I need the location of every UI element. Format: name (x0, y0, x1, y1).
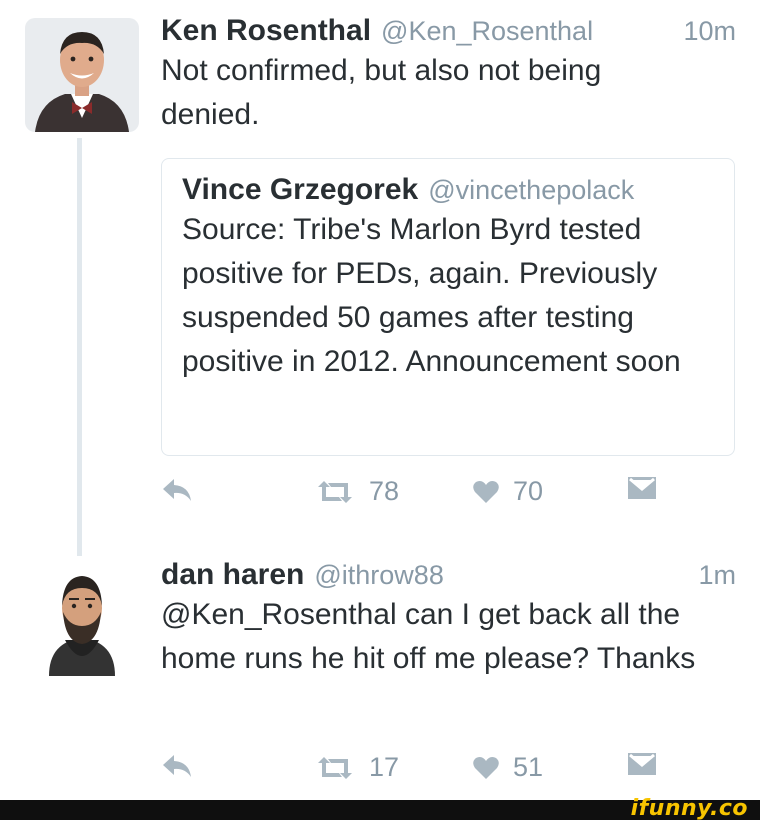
watermark-bar: ifunny.co (0, 796, 760, 821)
like-count: 70 (513, 476, 544, 506)
like-count: 51 (513, 752, 544, 782)
avatar-dan-image (25, 562, 139, 676)
tweet-text: @Ken_Rosenthal can I get back all the ho… (161, 598, 696, 675)
ifunny-watermark: ifunny.co (630, 796, 748, 821)
retweet-count: 78 (369, 476, 400, 506)
direct-message-button[interactable] (627, 752, 657, 776)
retweet-button[interactable]: 78 (315, 476, 399, 507)
tweet-actions-1: 78 70 (161, 476, 661, 516)
quoted-tweet-card[interactable]: Vince Grzegorek @vincethepolack Source: … (161, 158, 735, 456)
tweet-dan-haren[interactable]: dan haren @ithrow88 1m @Ken_Rosenthal ca… (161, 558, 736, 681)
avatar-dan-haren[interactable] (25, 562, 139, 676)
reply-icon (163, 479, 191, 501)
like-button[interactable]: 51 (473, 752, 543, 783)
author-name[interactable]: dan haren (161, 558, 304, 592)
reply-button[interactable] (161, 752, 193, 780)
avatar-ken-image (25, 18, 139, 132)
quoted-tweet-text: Source: Tribe's Marlon Byrd tested posit… (182, 213, 681, 378)
tweet-timestamp[interactable]: 1m (698, 560, 736, 591)
retweet-icon (318, 756, 352, 779)
quoted-tweet-header: Vince Grzegorek @vincethepolack (182, 173, 714, 207)
retweet-icon (318, 480, 352, 503)
retweet-count: 17 (369, 752, 400, 782)
author-handle[interactable]: @Ken_Rosenthal (381, 16, 593, 47)
tweet-header: dan haren @ithrow88 1m (161, 558, 736, 592)
quoted-author-name: Vince Grzegorek (182, 173, 419, 206)
tweet-actions-2: 17 51 (161, 752, 661, 792)
reply-icon (163, 755, 191, 777)
author-handle[interactable]: @ithrow88 (314, 560, 443, 591)
retweet-button[interactable]: 17 (315, 752, 399, 783)
avatar-ken-rosenthal[interactable] (25, 18, 139, 132)
tweet-text: Not confirmed, but also not being denied… (161, 54, 602, 131)
thread-connector-line (77, 138, 82, 556)
envelope-icon (628, 477, 656, 499)
tweet-header: Ken Rosenthal @Ken_Rosenthal 10m (161, 14, 736, 48)
like-button[interactable]: 70 (473, 476, 543, 507)
tweet-timestamp[interactable]: 10m (683, 16, 736, 47)
author-name[interactable]: Ken Rosenthal (161, 14, 371, 48)
envelope-icon (628, 753, 656, 775)
quoted-author-handle: @vincethepolack (428, 175, 635, 205)
direct-message-button[interactable] (627, 476, 657, 500)
reply-button[interactable] (161, 476, 193, 504)
heart-icon (473, 480, 499, 503)
heart-icon (473, 756, 499, 779)
tweet-ken-rosenthal[interactable]: Ken Rosenthal @Ken_Rosenthal 10m Not con… (161, 14, 736, 137)
